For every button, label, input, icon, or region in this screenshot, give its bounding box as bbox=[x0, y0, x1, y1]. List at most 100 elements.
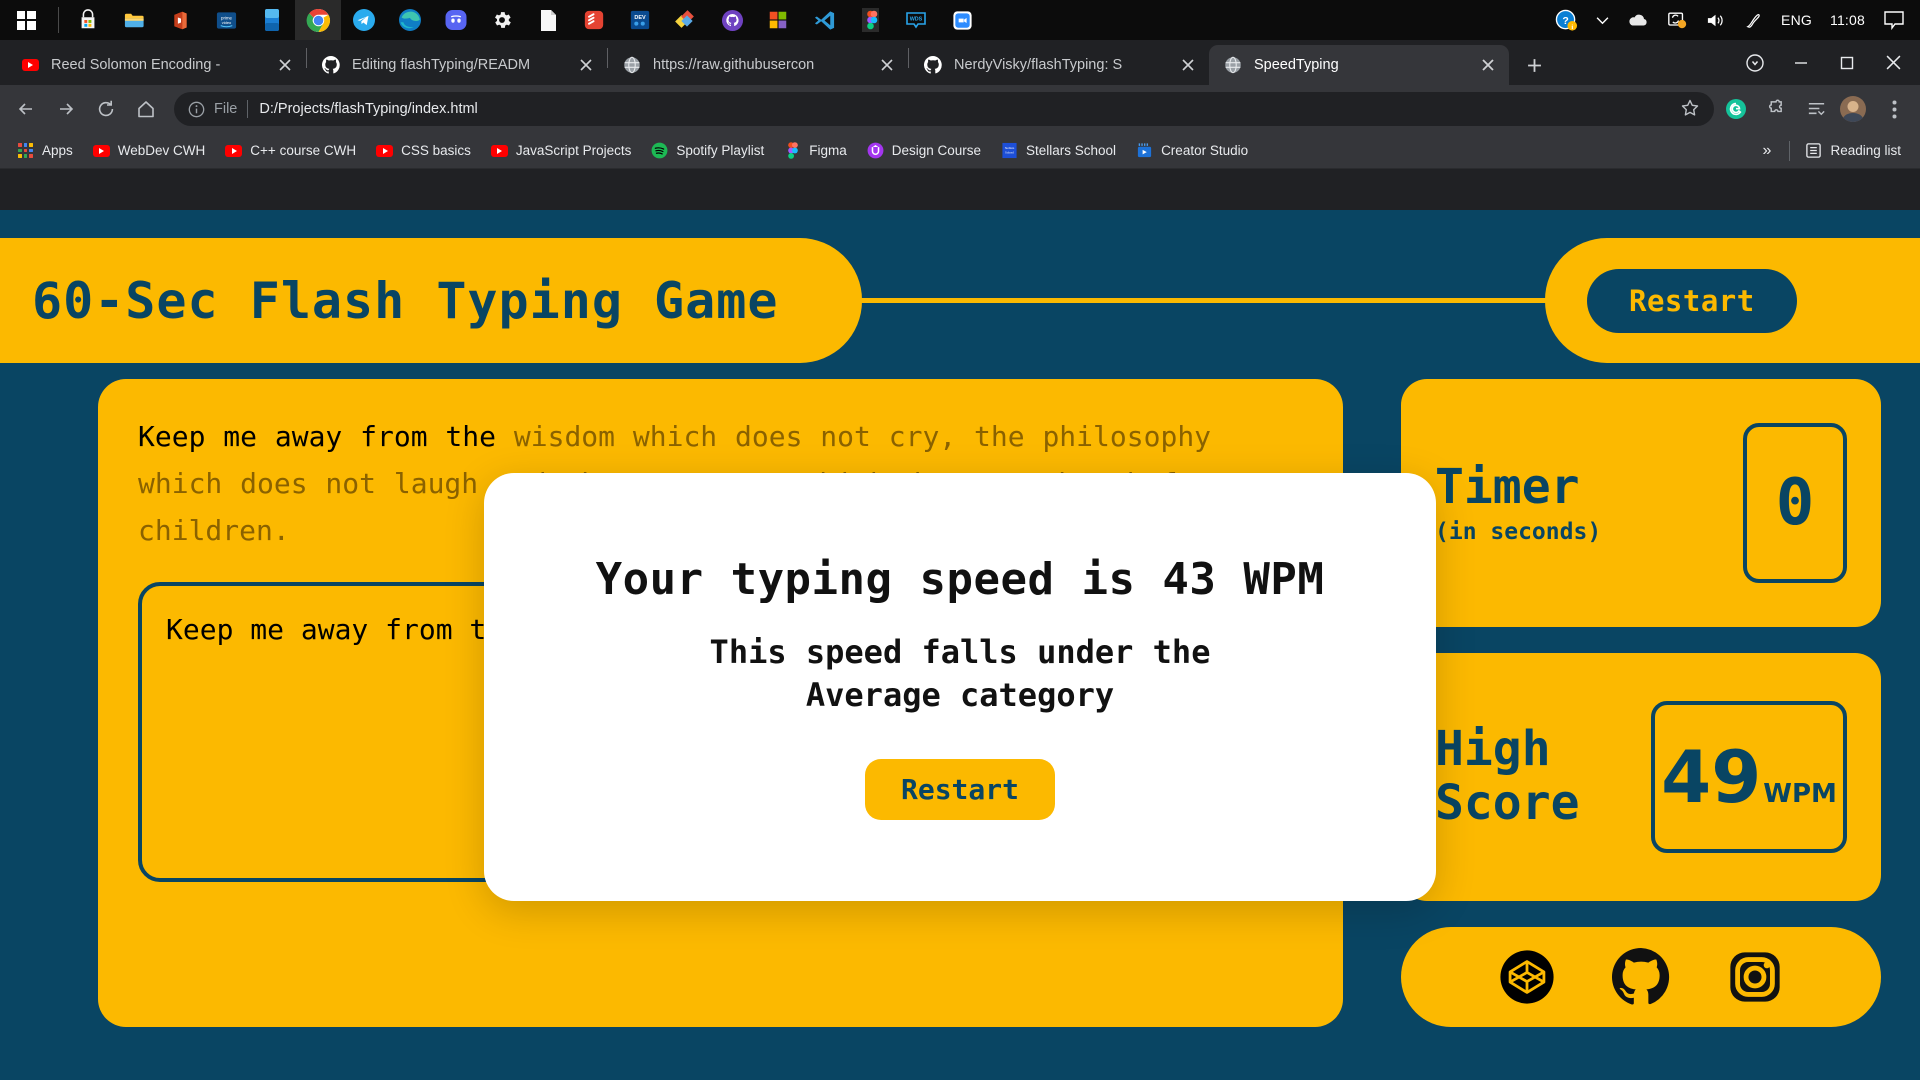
star-icon[interactable] bbox=[1680, 98, 1702, 120]
todoist-icon[interactable] bbox=[571, 0, 617, 40]
grammarly-icon[interactable] bbox=[1718, 91, 1754, 127]
bookmark-label: CSS basics bbox=[401, 143, 471, 158]
sync-icon[interactable] bbox=[1658, 0, 1696, 40]
high-score-value-box: 49 WPM bbox=[1651, 701, 1847, 853]
start-button[interactable] bbox=[0, 0, 52, 40]
tab-raw-githubusercontent[interactable]: https://raw.githubusercon bbox=[608, 45, 908, 85]
profile-avatar[interactable] bbox=[1840, 96, 1866, 122]
microsoft-office-icon[interactable] bbox=[157, 0, 203, 40]
minimize-icon[interactable] bbox=[1778, 40, 1824, 85]
taskbar-divider bbox=[58, 7, 59, 33]
back-arrow-icon[interactable] bbox=[8, 91, 44, 127]
wds-icon[interactable]: WDS bbox=[893, 0, 939, 40]
bookmark-css-basics[interactable]: CSS basics bbox=[367, 137, 480, 165]
github-icon bbox=[923, 55, 943, 75]
high-score-value: 49 bbox=[1661, 735, 1762, 819]
onedrive-cloud-icon[interactable] bbox=[1618, 0, 1658, 40]
reading-list-label: Reading list bbox=[1830, 143, 1901, 158]
codepen-icon[interactable] bbox=[1498, 948, 1556, 1006]
bookmark-apps[interactable]: Apps bbox=[8, 137, 82, 165]
modal-restart-button[interactable]: Restart bbox=[864, 759, 1055, 821]
speaker-volume-icon[interactable] bbox=[1696, 0, 1735, 40]
bookmark-label: Creator Studio bbox=[1161, 143, 1249, 158]
media-control-icon[interactable] bbox=[1732, 40, 1778, 85]
close-icon[interactable] bbox=[876, 54, 898, 76]
microsoft-edge-icon[interactable] bbox=[387, 0, 433, 40]
bookmark-spotify-playlist[interactable]: Spotify Playlist bbox=[642, 137, 773, 165]
maximize-icon[interactable] bbox=[1824, 40, 1870, 85]
bookmark-webdev-cwh[interactable]: WebDev CWH bbox=[84, 137, 215, 165]
reload-icon[interactable] bbox=[88, 91, 124, 127]
bookmarks-overflow-button[interactable]: » bbox=[1751, 142, 1784, 160]
bookmark-design-course[interactable]: Design Course bbox=[858, 137, 990, 165]
bookmark-label: C++ course CWH bbox=[250, 143, 357, 158]
your-phone-icon[interactable] bbox=[249, 0, 295, 40]
three-dot-menu-icon[interactable] bbox=[1876, 91, 1912, 127]
new-tab-button[interactable] bbox=[1517, 48, 1551, 82]
forward-arrow-icon[interactable] bbox=[48, 91, 84, 127]
modal-headline: Your typing speed is 43 WPM bbox=[595, 553, 1325, 605]
puzzle-piece-icon[interactable] bbox=[1758, 91, 1794, 127]
github-icon bbox=[321, 55, 341, 75]
microsoft-apps-icon[interactable] bbox=[755, 0, 801, 40]
tab-strip: Reed Solomon Encoding - Editing flashTyp… bbox=[0, 40, 1920, 85]
info-circle-icon[interactable] bbox=[188, 101, 205, 118]
chevron-up-icon[interactable] bbox=[1587, 0, 1618, 40]
zoom-icon[interactable] bbox=[939, 0, 985, 40]
bookmark-figma[interactable]: Figma bbox=[775, 137, 856, 165]
bookmark-javascript-projects[interactable]: JavaScript Projects bbox=[482, 137, 641, 165]
tab-nerdyvisky-flashtyping[interactable]: NerdyVisky/flashTyping: S bbox=[909, 45, 1209, 85]
question-mark-help-icon[interactable]: ? i bbox=[1546, 0, 1587, 40]
svg-text:i: i bbox=[1571, 24, 1573, 31]
notification-bubble-icon[interactable] bbox=[1874, 0, 1914, 40]
bookmark-stellars-school[interactable]: Stellars School Stellars School bbox=[992, 137, 1125, 165]
youtube-icon bbox=[376, 142, 394, 159]
google-chrome-icon[interactable] bbox=[295, 0, 341, 40]
microsoft-store-icon[interactable] bbox=[65, 0, 111, 40]
postman-icon[interactable] bbox=[663, 0, 709, 40]
close-icon[interactable] bbox=[1477, 54, 1499, 76]
stats-panel: Timer (in seconds) 0 High Score 49 WPM bbox=[1401, 379, 1881, 1027]
address-bar[interactable]: File D:/Projects/flashTyping/index.html bbox=[174, 92, 1714, 126]
github-icon[interactable] bbox=[1611, 948, 1670, 1006]
close-icon[interactable] bbox=[274, 54, 296, 76]
udemy-icon bbox=[867, 142, 884, 159]
close-icon[interactable] bbox=[1177, 54, 1199, 76]
bookmark-label: Stellars School bbox=[1026, 143, 1117, 158]
timer-value-box: 0 bbox=[1743, 423, 1847, 583]
vs-code-icon[interactable] bbox=[801, 0, 847, 40]
taskbar-pinned-apps: prime video DEV WDS bbox=[0, 0, 985, 40]
restart-button[interactable]: Restart bbox=[1587, 268, 1797, 333]
bookmark-label: Apps bbox=[42, 143, 73, 158]
clock[interactable]: 11:08 bbox=[1821, 0, 1874, 40]
language-indicator[interactable]: ENG bbox=[1772, 0, 1821, 40]
figma-icon[interactable] bbox=[847, 0, 893, 40]
instagram-icon[interactable] bbox=[1726, 948, 1784, 1006]
close-icon[interactable] bbox=[1870, 40, 1916, 85]
url-text: D:/Projects/flashTyping/index.html bbox=[259, 101, 478, 117]
telegram-icon[interactable] bbox=[341, 0, 387, 40]
bookmark-creator-studio[interactable]: Creator Studio bbox=[1127, 137, 1257, 165]
tab-editing-readme[interactable]: Editing flashTyping/READM bbox=[307, 45, 607, 85]
figma-icon bbox=[784, 142, 801, 159]
bookmarks-divider bbox=[1789, 140, 1791, 161]
github-desktop-icon[interactable] bbox=[709, 0, 755, 40]
tab-reed-solomon[interactable]: Reed Solomon Encoding - bbox=[6, 45, 306, 85]
tab-title: Reed Solomon Encoding - bbox=[51, 57, 221, 73]
reading-list-icon[interactable] bbox=[1798, 91, 1834, 127]
svg-text:video: video bbox=[221, 19, 231, 24]
document-icon[interactable] bbox=[525, 0, 571, 40]
typing-game-page: 60-Sec Flash Typing Game Restart Keep me… bbox=[0, 210, 1920, 1080]
settings-gear-icon[interactable] bbox=[479, 0, 525, 40]
close-icon[interactable] bbox=[575, 54, 597, 76]
file-explorer-icon[interactable] bbox=[111, 0, 157, 40]
bookmark-cpp-course-cwh[interactable]: C++ course CWH bbox=[216, 137, 365, 165]
dev-to-icon[interactable]: DEV bbox=[617, 0, 663, 40]
prime-video-icon[interactable]: prime video bbox=[203, 0, 249, 40]
reading-list-button[interactable]: Reading list bbox=[1796, 137, 1910, 165]
home-icon[interactable] bbox=[128, 91, 164, 127]
tab-speedtyping[interactable]: SpeedTyping bbox=[1209, 45, 1509, 85]
discord-icon[interactable] bbox=[433, 0, 479, 40]
pen-icon[interactable] bbox=[1735, 0, 1772, 40]
screen: prime video DEV WDS ? i ENG 11:08 Reed S… bbox=[0, 0, 1920, 1080]
